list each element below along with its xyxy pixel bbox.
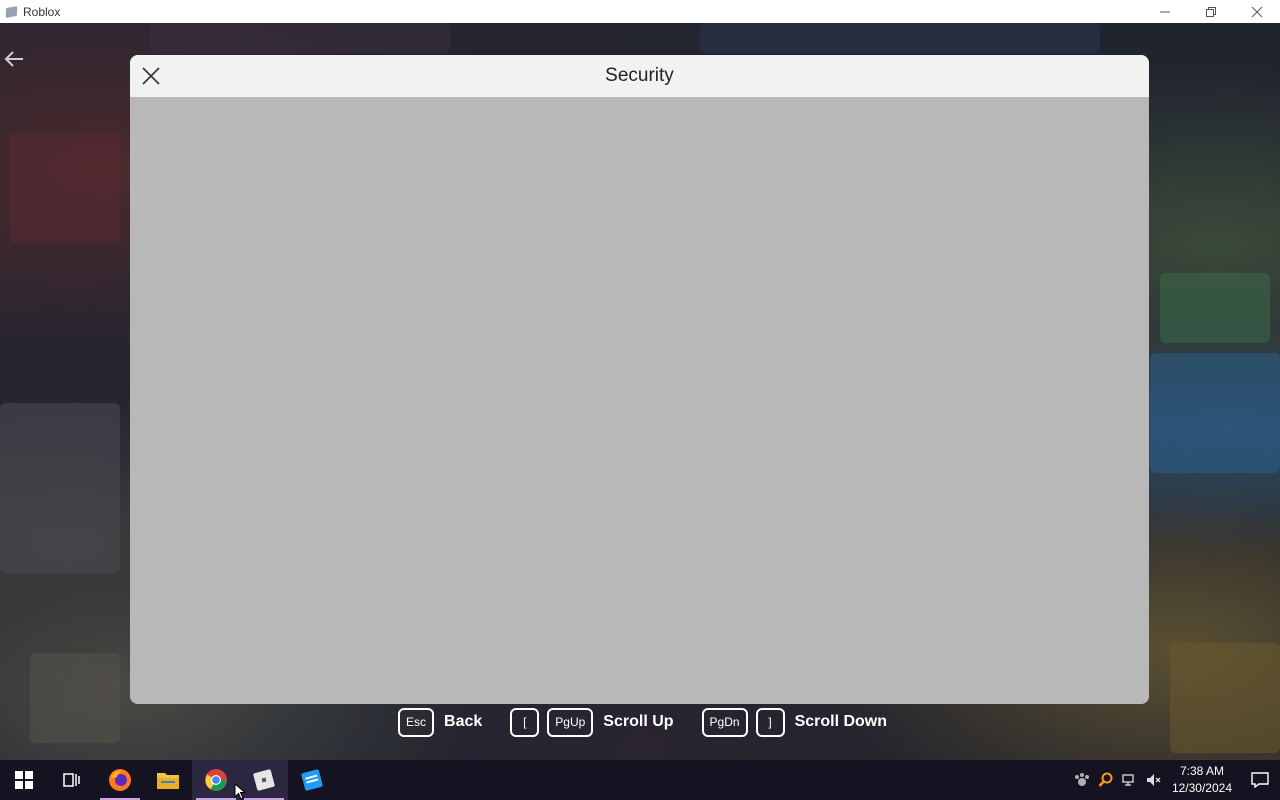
- window-controls: [1142, 0, 1280, 23]
- system-tray: 7:38 AM 12/30/2024: [1070, 760, 1280, 800]
- scroll-down-hint-label[interactable]: Scroll Down: [795, 713, 887, 731]
- minimize-button[interactable]: [1142, 0, 1188, 23]
- scroll-up-hint-label[interactable]: Scroll Up: [603, 713, 673, 731]
- back-hint-label[interactable]: Back: [444, 713, 482, 731]
- tray-volume[interactable]: [1142, 760, 1166, 800]
- background-figure: [1170, 643, 1280, 753]
- esc-key-hint[interactable]: Esc: [398, 707, 435, 737]
- taskbar-firefox[interactable]: [96, 760, 144, 800]
- background-figure: [700, 23, 1100, 53]
- chrome-icon: [205, 769, 227, 791]
- task-view-icon: [63, 773, 80, 787]
- left-bracket-key-hint[interactable]: [: [510, 707, 540, 737]
- taskbar-roblox-studio[interactable]: [288, 760, 336, 800]
- taskbar-file-explorer[interactable]: [144, 760, 192, 800]
- tray-app-icon[interactable]: [1070, 760, 1094, 800]
- taskbar-chrome[interactable]: [192, 760, 240, 800]
- tray-network[interactable]: [1118, 760, 1142, 800]
- pgdn-key-hint[interactable]: PgDn: [701, 707, 748, 737]
- clock-date: 12/30/2024: [1171, 781, 1232, 795]
- taskbar-roblox[interactable]: [240, 760, 288, 800]
- taskbar: 7:38 AM 12/30/2024: [0, 760, 1280, 800]
- close-icon: [142, 67, 160, 85]
- network-icon: [1122, 774, 1134, 786]
- background-figure: [10, 133, 120, 243]
- right-bracket-key-hint[interactable]: ]: [755, 707, 785, 737]
- window-title: Roblox: [23, 4, 61, 19]
- paw-icon: [1074, 773, 1089, 786]
- dialog-title: Security: [605, 65, 674, 86]
- minimize-icon: [1160, 11, 1170, 12]
- dialog-header: Security: [130, 55, 1149, 97]
- roblox-icon: [253, 769, 275, 791]
- background-figure: [1150, 353, 1280, 473]
- tray-search-app[interactable]: [1094, 760, 1118, 800]
- clock-time: 7:38 AM: [1179, 764, 1224, 778]
- back-arrow-icon[interactable]: [3, 50, 25, 68]
- restore-button[interactable]: [1188, 0, 1234, 23]
- background-figure: [1160, 273, 1270, 343]
- security-dialog: Security: [130, 55, 1149, 704]
- start-button[interactable]: [0, 760, 48, 800]
- notification-icon: [1251, 772, 1269, 788]
- mouse-cursor-icon: [234, 783, 246, 800]
- roblox-studio-icon: [301, 769, 323, 791]
- firefox-icon: [109, 769, 131, 791]
- close-icon: [1251, 6, 1263, 17]
- windows-start-icon: [15, 771, 33, 789]
- magnifier-icon: [1098, 772, 1113, 787]
- dialog-close-button[interactable]: [140, 65, 162, 87]
- file-explorer-icon: [157, 773, 179, 789]
- action-center-button[interactable]: [1240, 760, 1280, 800]
- dialog-content-area[interactable]: [130, 97, 1149, 704]
- task-view-button[interactable]: [48, 760, 96, 800]
- pgup-key-hint[interactable]: PgUp: [547, 707, 594, 737]
- background-figure: [0, 403, 120, 573]
- volume-muted-icon: [1146, 774, 1161, 786]
- keyboard-hints: Esc Back [ PgUp Scroll Up PgDn ] Scroll …: [398, 707, 887, 737]
- background-figure: [30, 653, 120, 743]
- background-figure: [150, 23, 450, 53]
- restore-icon: [1206, 6, 1216, 17]
- taskbar-clock[interactable]: 7:38 AM 12/30/2024: [1172, 763, 1232, 797]
- close-window-button[interactable]: [1234, 0, 1280, 23]
- window-titlebar: Roblox: [0, 0, 1280, 23]
- roblox-app-icon: [5, 5, 19, 18]
